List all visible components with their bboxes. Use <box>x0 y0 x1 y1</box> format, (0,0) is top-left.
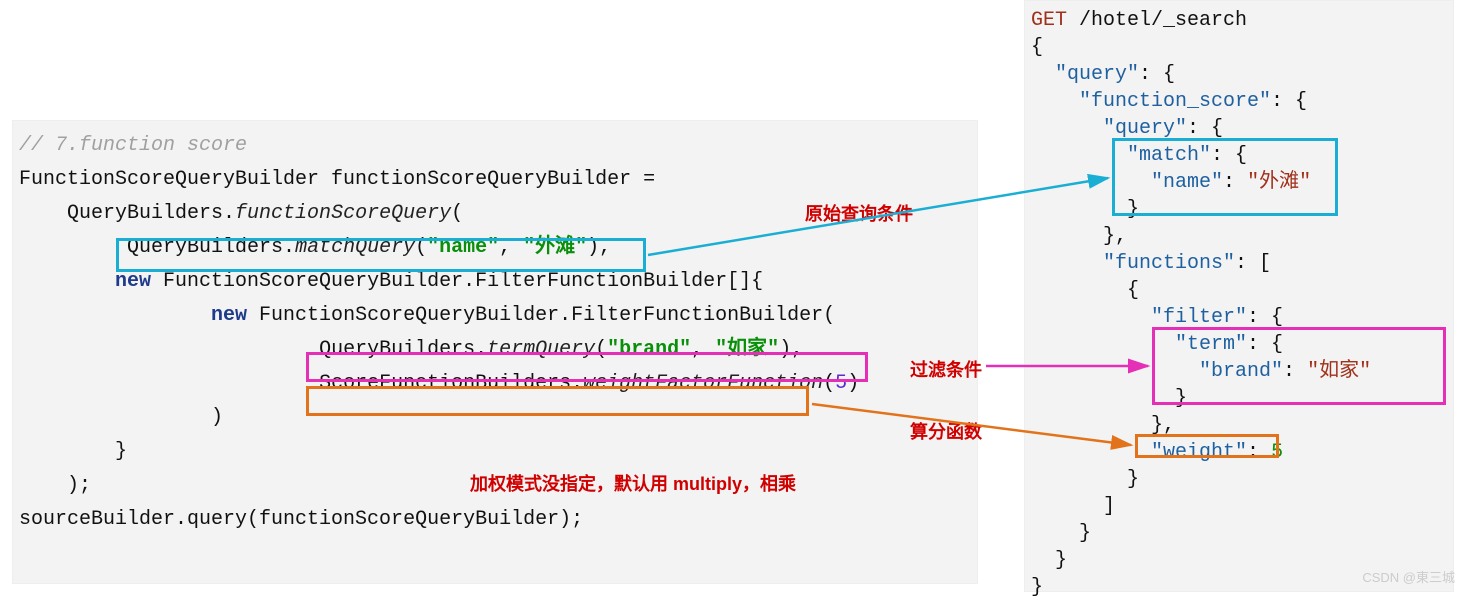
json-key-functions: "functions" <box>1103 252 1235 275</box>
json-key-filter: "filter" <box>1151 306 1247 329</box>
java-keyword-new: new <box>211 304 247 327</box>
java-line-1: FunctionScoreQueryBuilder functionScoreQ… <box>19 168 655 191</box>
label-original-query: 原始查询条件 <box>805 200 913 226</box>
java-line-source-builder: sourceBuilder.query(functionScoreQueryBu… <box>19 508 583 531</box>
watermark: CSDN @東三城 <box>1362 567 1455 586</box>
label-score-function: 算分函数 <box>910 418 982 444</box>
java-keyword-new: new <box>115 270 151 293</box>
json-code-panel: GET /hotel/_search { "query": { "functio… <box>1024 0 1454 592</box>
highlight-json-match <box>1112 138 1338 216</box>
highlight-weightfactor <box>306 386 809 416</box>
highlight-json-weight <box>1135 434 1279 458</box>
label-boost-mode: 加权模式没指定，默认用 multiply，相乘 <box>470 470 796 496</box>
java-method-functionScoreQuery: functionScoreQuery <box>235 202 451 225</box>
highlight-termquery <box>306 352 868 382</box>
label-filter-condition: 过滤条件 <box>910 356 982 382</box>
json-key-query: "query" <box>1055 63 1139 86</box>
highlight-matchquery <box>116 238 646 272</box>
highlight-json-term <box>1152 327 1446 405</box>
json-code: GET /hotel/_search { "query": { "functio… <box>1031 7 1371 601</box>
json-key-function-score: "function_score" <box>1079 90 1271 113</box>
json-get: GET <box>1031 9 1067 32</box>
java-comment: // 7.function score <box>19 134 247 157</box>
java-line-2-pre: QueryBuilders. <box>19 202 235 225</box>
json-key-query-inner: "query" <box>1103 117 1187 140</box>
